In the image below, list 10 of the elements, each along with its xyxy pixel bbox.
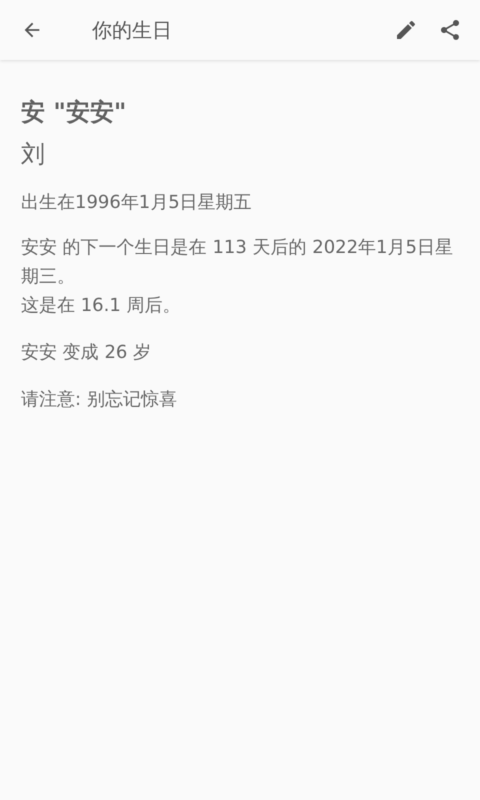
share-icon — [438, 18, 462, 42]
contact-name: 安 "安安" — [21, 97, 128, 128]
contact-surname: 刘 — [21, 139, 46, 170]
age-text: 安安 变成 26 岁 — [21, 341, 152, 365]
pencil-icon — [394, 18, 418, 42]
next-birthday-text: 这是在 16.1 周后。 — [21, 294, 182, 318]
reminder-note: 请注意: 别忘记惊喜 — [21, 388, 178, 412]
next-birthday-text: 安安 的下一个生日是在 113 天后的 2022年1月5日星期三。 — [21, 236, 454, 289]
screen-title: 你的生日 — [92, 16, 173, 44]
birth-date-text: 出生在1996年1月5日星期五 — [21, 191, 253, 215]
